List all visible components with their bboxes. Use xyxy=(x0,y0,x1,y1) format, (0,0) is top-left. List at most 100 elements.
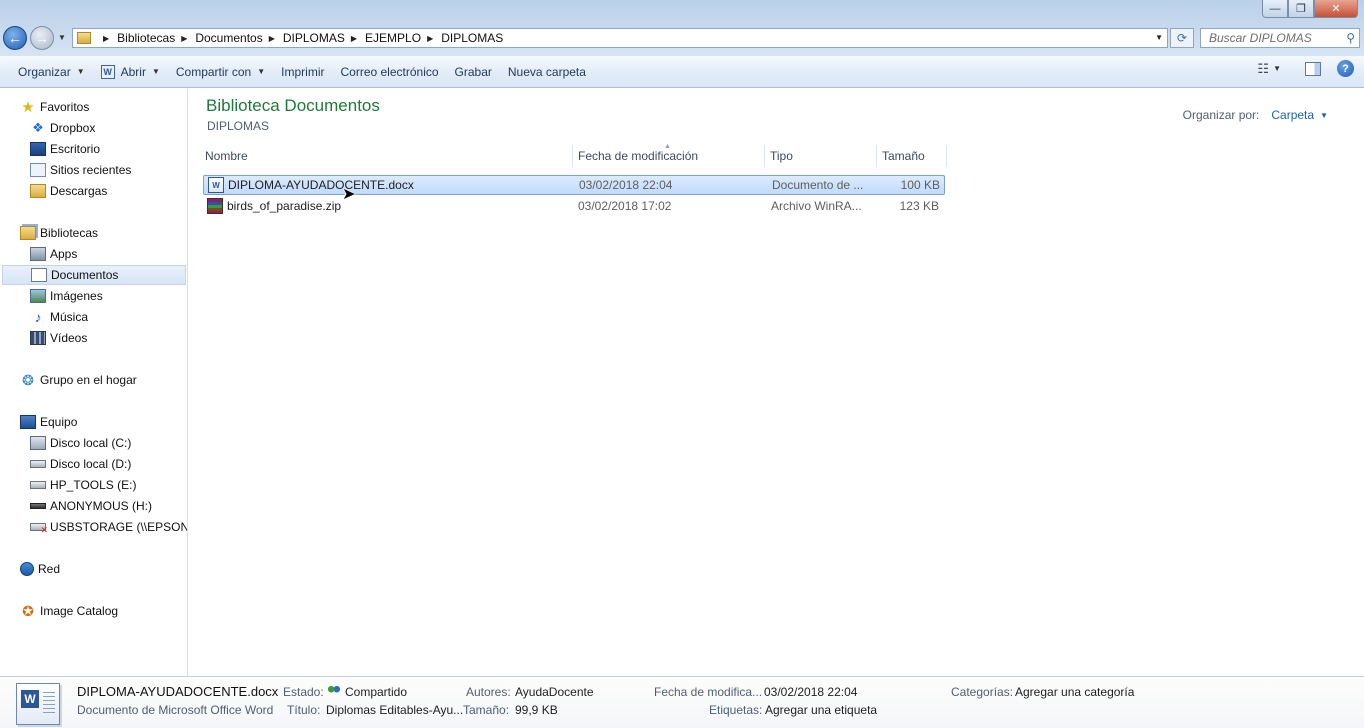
details-tags-value[interactable]: Agregar una etiqueta xyxy=(765,703,877,717)
breadcrumb-separator-root[interactable]: ▶ xyxy=(97,34,117,43)
nav-libraries[interactable]: Bibliotecas xyxy=(20,223,98,243)
file-name-cell: birds_of_paradise.zip xyxy=(203,198,573,214)
open-button[interactable]: W Abrir ▼ xyxy=(93,60,168,84)
file-date-cell: 03/02/2018 22:04 xyxy=(579,178,673,192)
nav-drive-d[interactable]: Disco local (D:) xyxy=(30,454,131,474)
details-title-value[interactable]: Diplomas Editables-Ayu... xyxy=(326,703,463,717)
nav-desktop[interactable]: Escritorio xyxy=(30,139,100,159)
details-modified-label: Fecha de modifica... xyxy=(654,685,763,699)
libraries-icon xyxy=(20,226,36,240)
nav-videos[interactable]: Vídeos xyxy=(30,328,87,348)
back-button[interactable]: ← xyxy=(3,26,27,50)
hard-drive-icon xyxy=(30,460,46,468)
file-thumbnail-icon xyxy=(16,683,60,725)
view-details-icon[interactable]: ☷ xyxy=(1257,61,1269,77)
chevron-down-icon: ▼ xyxy=(257,67,266,76)
breadcrumb-documentos[interactable]: Documentos ▶ xyxy=(195,31,283,45)
disconnected-network-drive-icon xyxy=(30,523,48,536)
dropbox-icon: ❖ xyxy=(32,120,44,135)
print-button[interactable]: Imprimir xyxy=(273,60,332,84)
nav-image-catalog[interactable]: ✪ Image Catalog xyxy=(20,601,118,621)
file-name-cell: W DIPLOMA-AYUDADOCENTE.docx xyxy=(204,177,574,193)
folder-icon xyxy=(77,32,91,44)
details-size-value: 99,9 KB xyxy=(515,703,558,717)
music-note-icon: ♪ xyxy=(34,309,42,325)
nav-dropbox[interactable]: ❖ Dropbox xyxy=(30,118,95,138)
file-row[interactable]: birds_of_paradise.zip 03/02/2018 17:02 A… xyxy=(203,196,945,216)
details-status-label: Estado: xyxy=(283,685,324,699)
nav-network[interactable]: Red xyxy=(20,559,60,579)
search-icon[interactable]: ⚲ xyxy=(1346,31,1355,45)
details-authors-label: Autores: xyxy=(466,685,511,699)
nav-drive-e[interactable]: HP_TOOLS (E:) xyxy=(30,475,136,495)
chevron-down-icon[interactable]: ▼ xyxy=(1320,111,1328,120)
nav-recent-places[interactable]: Sitios recientes xyxy=(30,160,131,180)
computer-icon xyxy=(20,415,36,429)
chevron-down-icon: ▼ xyxy=(76,67,85,76)
homegroup-icon: ❂ xyxy=(22,371,34,388)
nav-favorites[interactable]: ★ Favoritos xyxy=(20,97,89,117)
file-row[interactable]: W DIPLOMA-AYUDADOCENTE.docx 03/02/2018 22… xyxy=(203,175,945,195)
details-title-label: Título: xyxy=(287,703,321,717)
email-button[interactable]: Correo electrónico xyxy=(332,60,446,84)
star-icon: ★ xyxy=(21,99,35,116)
nav-downloads[interactable]: Descargas xyxy=(30,181,107,201)
share-with-button[interactable]: Compartir con ▼ xyxy=(168,60,273,84)
nav-homegroup[interactable]: ❂ Grupo en el hogar xyxy=(20,370,137,390)
details-filename: DIPLOMA-AYUDADOCENTE.docx xyxy=(77,684,279,699)
word-icon: W xyxy=(100,64,115,79)
image-catalog-icon: ✪ xyxy=(22,602,34,619)
nav-documents[interactable]: Documentos xyxy=(2,265,186,285)
details-authors-value[interactable]: AyudaDocente xyxy=(515,685,594,699)
details-filetype: Documento de Microsoft Office Word xyxy=(77,703,274,717)
breadcrumb-diplomas-current[interactable]: DIPLOMAS xyxy=(441,31,503,45)
view-options-dropdown[interactable]: ▼ xyxy=(1273,64,1281,73)
breadcrumb-diplomas[interactable]: DIPLOMAS ▶ xyxy=(283,31,365,45)
nav-drive-c[interactable]: Disco local (C:) xyxy=(30,433,131,453)
arrange-by: Organizar por: Carpeta ▼ xyxy=(1183,108,1328,122)
details-tags-label: Etiquetas: xyxy=(709,703,763,717)
forward-button[interactable]: → xyxy=(30,26,54,50)
apps-icon xyxy=(30,247,46,261)
arrange-by-label: Organizar por: xyxy=(1182,108,1260,122)
breadcrumb-ejemplo[interactable]: EJEMPLO ▶ xyxy=(365,31,441,45)
new-folder-button[interactable]: Nueva carpeta xyxy=(500,60,594,84)
refresh-icon: ⟳ xyxy=(1176,31,1188,45)
address-dropdown-icon[interactable]: ▼ xyxy=(1155,33,1163,42)
help-icon[interactable]: ? xyxy=(1337,60,1354,77)
file-type-cell: Archivo WinRA... xyxy=(771,199,862,213)
chevron-down-icon: ▼ xyxy=(151,67,160,76)
nav-music[interactable]: ♪ Música xyxy=(30,307,89,327)
column-header-date[interactable]: Fecha de modificación xyxy=(573,145,765,167)
preview-pane-icon[interactable] xyxy=(1305,61,1321,76)
nav-drive-h[interactable]: ANONYMOUS (H:) xyxy=(30,496,152,516)
removable-drive-icon xyxy=(30,503,46,509)
organize-button[interactable]: Organizar ▼ xyxy=(10,60,93,84)
maximize-button[interactable]: ❐ xyxy=(1288,0,1314,18)
recent-pages-dropdown[interactable]: ▼ xyxy=(58,33,66,42)
search-box[interactable]: ⚲ xyxy=(1200,28,1360,48)
details-categories-label: Categorías: xyxy=(951,685,1014,699)
details-size-label: Tamaño: xyxy=(463,703,510,717)
file-size-cell: 100 KB xyxy=(900,178,940,192)
column-header-type[interactable]: Tipo xyxy=(765,145,877,167)
details-status-value: Compartido xyxy=(327,685,407,699)
details-categories-value[interactable]: Agregar una categoría xyxy=(1015,685,1134,699)
minimize-button[interactable]: — xyxy=(1262,0,1288,18)
address-bar[interactable]: ▶ Bibliotecas ▶ Documentos ▶ DIPLOMAS ▶ EJE… xyxy=(72,28,1168,48)
nav-apps[interactable]: Apps xyxy=(30,244,77,264)
search-input[interactable] xyxy=(1209,31,1337,45)
refresh-button[interactable]: ⟳ xyxy=(1170,28,1194,48)
details-pane: DIPLOMA-AYUDADOCENTE.docx Documento de M… xyxy=(0,676,1364,728)
recent-places-icon xyxy=(30,163,46,177)
windows-drive-icon xyxy=(30,436,46,450)
nav-computer[interactable]: Equipo xyxy=(20,412,77,432)
column-header-size[interactable]: Tamaño xyxy=(877,145,947,167)
burn-button[interactable]: Grabar xyxy=(447,60,500,84)
nav-images[interactable]: Imágenes xyxy=(30,286,103,306)
nav-drive-usb[interactable]: USBSTORAGE (\\EPSON xyxy=(30,517,187,537)
arrange-by-dropdown[interactable]: Carpeta xyxy=(1271,108,1314,122)
close-button[interactable]: ✕ xyxy=(1314,0,1358,18)
breadcrumb-bibliotecas[interactable]: Bibliotecas ▶ xyxy=(117,31,195,45)
column-header-name[interactable]: Nombre xyxy=(201,145,573,167)
